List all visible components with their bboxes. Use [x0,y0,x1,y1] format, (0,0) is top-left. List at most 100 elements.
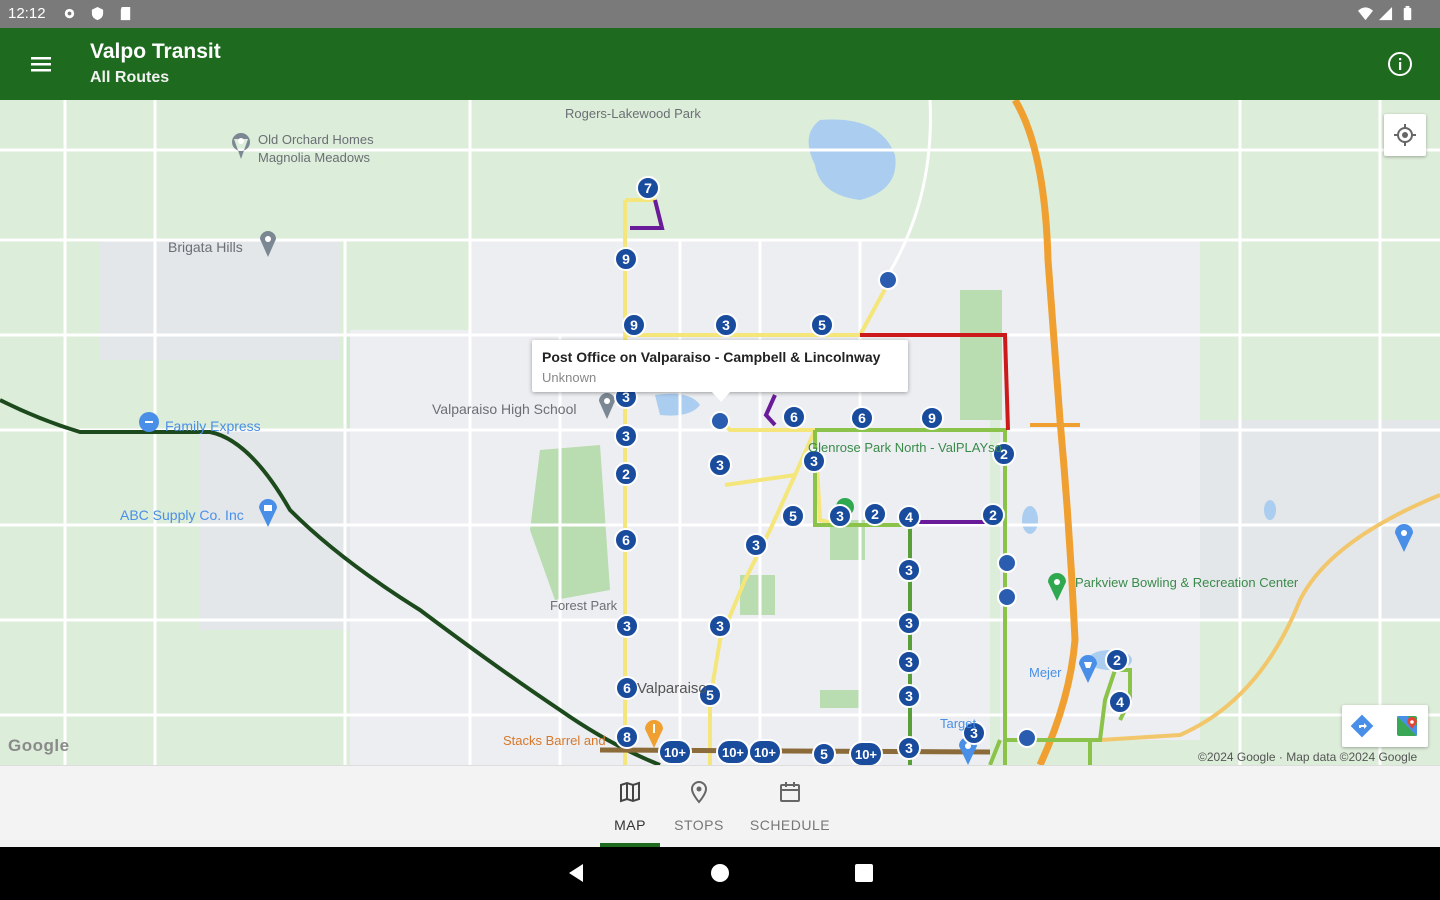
signal-icon [1378,6,1393,21]
stop-badge-label: 5 [820,746,828,762]
stop-badge-label: 6 [623,680,631,696]
stop-badge[interactable]: 3 [714,313,738,337]
stop-dot[interactable] [1017,728,1037,748]
stop-badge-label: 2 [871,506,879,522]
stop-badge[interactable]: 2 [1105,648,1129,672]
stop-badge[interactable]: 7 [636,176,660,200]
stop-badge[interactable]: 5 [810,313,834,337]
stop-badge-label: 3 [716,618,724,634]
stop-badge[interactable]: 6 [614,528,638,552]
nav-tab-schedule[interactable]: SCHEDULE [745,766,835,848]
stop-badge[interactable]: 6 [850,406,874,430]
info-icon[interactable] [1386,50,1414,78]
stop-badge[interactable]: 4 [897,505,921,529]
stop-badge[interactable]: 10+ [849,741,883,765]
stop-badge-label: 9 [928,410,936,426]
stop-badge[interactable]: 3 [744,533,768,557]
place-label: Magnolia Meadows [258,150,371,165]
status-time: 12:12 [8,5,46,22]
my-location-button[interactable] [1384,114,1426,156]
stop-badge-label: 8 [623,729,631,745]
place-label: Rogers-Lakewood Park [565,106,701,121]
place-label: Brigata Hills [168,239,243,255]
stop-badge[interactable]: 3 [708,453,732,477]
place-label: Family Express [165,418,261,434]
stop-badge[interactable]: 2 [863,502,887,526]
stop-badge-label: 10+ [754,745,776,760]
place-label: Mejer [1029,665,1062,680]
family-express-pin[interactable] [139,412,159,432]
stop-badge[interactable]: 5 [812,742,836,765]
stop-badge[interactable]: 9 [614,247,638,271]
nav-tab-stops[interactable]: STOPS [668,766,730,848]
map-toolbar [1342,705,1428,747]
place-label: Parkview Bowling & Recreation Center [1075,575,1299,590]
stop-dot[interactable] [997,553,1017,573]
stop-badge[interactable]: 5 [781,504,805,528]
place-label: Valparaiso High School [432,401,577,417]
nav-tab-map[interactable]: MAP [600,766,660,848]
stop-badge[interactable]: 10+ [658,739,692,765]
stop-dot-selected[interactable] [710,411,730,431]
back-icon[interactable] [565,862,587,884]
stop-badge-label: 6 [858,410,866,426]
sd-card-icon [120,6,131,21]
stop-badge[interactable]: 3 [614,424,638,448]
stop-badge[interactable]: 3 [897,558,921,582]
stop-badge[interactable]: 9 [920,406,944,430]
stop-badge[interactable]: 3 [897,684,921,708]
stop-badge[interactable]: 6 [615,676,639,700]
stop-badge[interactable]: 10+ [716,739,750,765]
nav-label: STOPS [674,817,724,833]
stop-dot[interactable] [878,270,898,290]
stop-badge-label: 3 [905,688,913,704]
stop-badge[interactable]: 3 [615,614,639,638]
place-label: Valparaiso [637,680,707,697]
stop-dot[interactable] [997,587,1017,607]
stop-badge-label: 3 [905,740,913,756]
stop-badge[interactable]: 2 [614,462,638,486]
stop-badge[interactable]: 3 [708,614,732,638]
stop-badge[interactable]: 4 [1108,690,1132,714]
map-canvas[interactable]: 799353326366933253242233333332456810+10+… [0,100,1440,765]
stop-badge[interactable]: 10+ [748,739,782,765]
google-maps-icon[interactable] [1394,713,1420,739]
map-attribution: ©2024 Google · Map data ©2024 Google [1198,750,1418,764]
popup-subtitle: Unknown [542,370,597,385]
stop-badge-label: 5 [818,317,826,333]
app-title: Valpo Transit [90,40,221,63]
stop-badge[interactable]: 6 [782,405,806,429]
place-label: ABC Supply Co. Inc [120,507,244,523]
popup-tail [712,392,730,402]
wifi-icon [1358,7,1373,21]
place-label: Target [940,716,977,731]
stop-badge-label: 3 [623,618,631,634]
stop-info-popup[interactable]: Post Office on Valparaiso - Campbell & L… [532,340,908,402]
location-pin-icon [690,780,708,804]
stop-badge[interactable]: 3 [897,736,921,760]
stop-badge-label: 3 [752,537,760,553]
directions-icon[interactable] [1350,714,1374,738]
google-logo: Google [8,736,70,755]
nav-label: SCHEDULE [749,817,831,833]
stop-badge[interactable]: 3 [897,650,921,674]
stop-badge-label: 2 [1113,652,1121,668]
hamburger-menu-icon[interactable] [24,50,58,78]
stop-badge-label: 5 [789,508,797,524]
stop-badge-label: 3 [722,317,730,333]
place-label: Old Orchard Homes [258,132,374,147]
stop-badge[interactable]: 2 [981,503,1005,527]
stop-badge[interactable]: 8 [615,725,639,749]
stop-badge[interactable]: 9 [622,313,646,337]
place-label: Glenrose Park North - ValPLAYso [808,440,1002,455]
map-view[interactable]: 799353326366933253242233333332456810+10+… [0,100,1440,765]
stop-badge-label: 10+ [855,747,877,762]
stop-badge[interactable]: 3 [897,611,921,635]
stop-badge-label: 3 [622,428,630,444]
home-icon[interactable] [709,862,731,884]
recents-icon[interactable] [854,863,874,883]
stop-badge-label: 3 [905,562,913,578]
stop-badge-label: 7 [644,180,652,196]
stop-badge[interactable]: 3 [828,504,852,528]
stop-badge-label: 2 [622,466,630,482]
